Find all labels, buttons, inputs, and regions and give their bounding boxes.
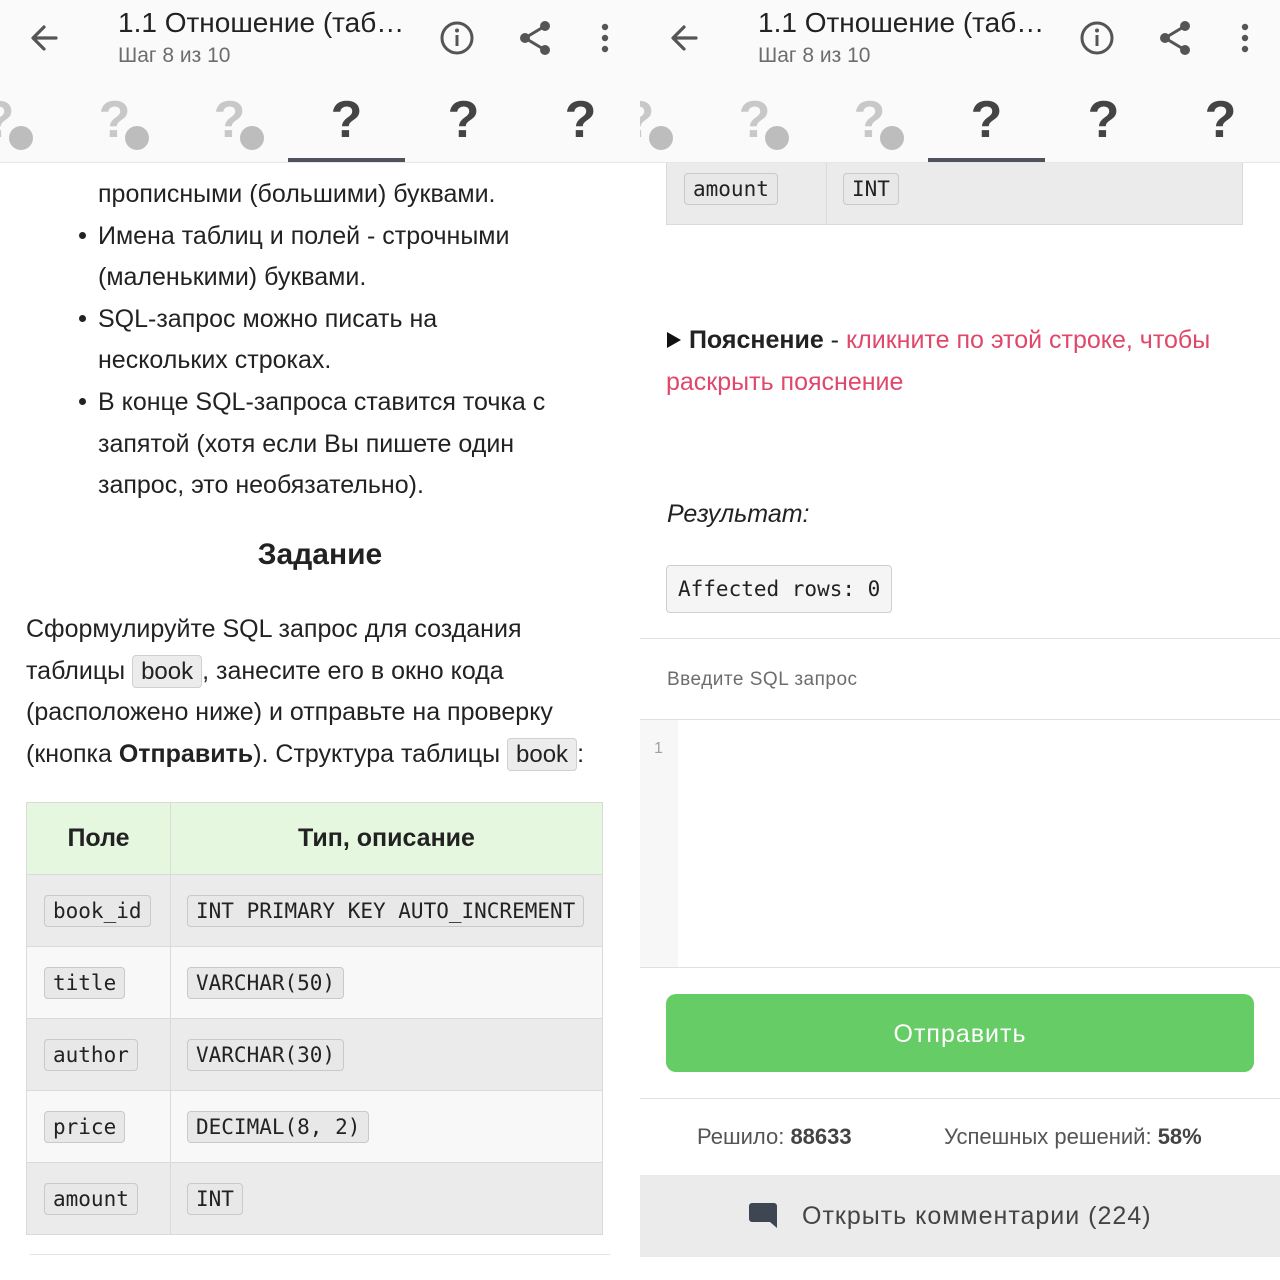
check-icon xyxy=(9,126,33,150)
more-vert-icon xyxy=(601,23,609,53)
header-field: Поле xyxy=(26,802,171,875)
divider xyxy=(30,1254,610,1255)
back-button[interactable] xyxy=(662,16,710,60)
list-item: прописными (большими) буквами. xyxy=(98,180,496,208)
result-output: Affected rows: 0 xyxy=(666,565,893,613)
arrow-left-icon xyxy=(31,25,58,51)
check-icon xyxy=(880,126,904,150)
step-counter: Шаг 8 из 10 xyxy=(118,44,231,67)
solved-stat: Решило: 88633 xyxy=(697,1124,852,1149)
table-row: title VARCHAR(50) xyxy=(26,946,603,1019)
lesson-title: 1.1 Отношение (таб… xyxy=(118,7,405,38)
list-item: (маленькими) буквами. xyxy=(98,263,367,292)
arrow-left-icon xyxy=(671,25,698,51)
more-button[interactable] xyxy=(1223,16,1267,60)
table-row: amount INT xyxy=(26,1162,603,1235)
rules-list: прописными (большими) буквами. Имена таб… xyxy=(0,174,640,507)
info-button[interactable] xyxy=(435,16,479,60)
step-7[interactable]: ? xyxy=(811,84,928,162)
step-8-current[interactable]: ? xyxy=(288,84,405,162)
code-book: book xyxy=(507,737,578,771)
editor-label: Введите SQL запрос xyxy=(667,669,858,690)
app-bar: 1.1 Отношение (таб… Шаг 8 из 10 xyxy=(640,0,1280,85)
triangle-right-icon xyxy=(667,332,681,348)
submit-button[interactable]: Отправить xyxy=(666,994,1254,1072)
step-6[interactable]: ? xyxy=(56,84,173,162)
editor-gutter: 1 xyxy=(640,720,678,967)
step-8-current[interactable]: ? xyxy=(928,84,1045,162)
share-icon xyxy=(520,21,550,55)
list-item: нескольких строках. xyxy=(98,346,332,375)
check-icon xyxy=(765,126,789,150)
step-7[interactable]: ? xyxy=(171,84,288,162)
step-5[interactable]: ? xyxy=(0,84,57,162)
line-number: 1 xyxy=(654,740,663,757)
code-book: book xyxy=(132,654,203,688)
back-button[interactable] xyxy=(22,16,70,60)
explanation-toggle[interactable]: Пояснение - кликните по этой строке, что… xyxy=(666,320,1256,403)
table-row: amount INT xyxy=(666,152,1243,225)
table-header-row: Поле Тип, описание xyxy=(26,802,603,875)
step-6[interactable]: ? xyxy=(696,84,813,162)
comment-icon xyxy=(749,1203,777,1228)
table-row: book_id INT PRIMARY KEY AUTO_INCREMENT xyxy=(26,874,603,947)
header-type: Тип, описание xyxy=(170,802,603,875)
more-vert-icon xyxy=(1241,23,1249,53)
info-icon xyxy=(440,21,474,55)
right-pane: 1.1 Отношение (таб… Шаг 8 из 10 ? ? ? ? xyxy=(640,0,1280,1280)
task-heading: Задание xyxy=(257,538,383,571)
step-counter: Шаг 8 из 10 xyxy=(758,44,871,67)
sql-editor[interactable]: 1 xyxy=(640,719,1280,968)
divider xyxy=(640,1098,1280,1099)
check-icon xyxy=(649,126,673,150)
check-icon xyxy=(125,126,149,150)
left-pane: 1.1 Отношение (таб… Шаг 8 из 10 ? ? ? ? xyxy=(0,0,640,1280)
table-row: author VARCHAR(30) xyxy=(26,1018,603,1091)
list-item: запрос, это необязательно). xyxy=(98,471,424,500)
list-item: SQL-запрос можно писать на xyxy=(0,299,640,341)
lesson-title: 1.1 Отношение (таб… xyxy=(758,7,1045,38)
share-button[interactable] xyxy=(1154,16,1198,60)
list-item: запятой (хотя если Вы пишете один xyxy=(98,429,515,458)
table-row: price DECIMAL(8, 2) xyxy=(26,1090,603,1163)
task-paragraph: Сформулируйте SQL запрос для создания та… xyxy=(26,609,626,775)
list-item: В конце SQL-запроса ставится точка с xyxy=(0,382,640,424)
check-icon xyxy=(240,126,264,150)
step-9[interactable]: ? xyxy=(405,84,522,162)
step-navigation: ? ? ? ? ? ? xyxy=(640,84,1280,163)
step-navigation: ? ? ? ? ? ? xyxy=(0,84,640,163)
share-icon xyxy=(1160,21,1190,55)
more-button[interactable] xyxy=(583,16,627,60)
result-label: Результат: xyxy=(667,500,810,528)
step-9[interactable]: ? xyxy=(1045,84,1162,162)
share-button[interactable] xyxy=(514,16,558,60)
step-10[interactable]: ? xyxy=(522,84,639,162)
success-stat: Успешных решений: 58% xyxy=(944,1124,1202,1149)
list-item: Имена таблиц и полей - строчными xyxy=(0,216,640,258)
step-5[interactable]: ? xyxy=(640,84,697,162)
info-icon xyxy=(1080,21,1114,55)
info-button[interactable] xyxy=(1075,16,1119,60)
app-bar: 1.1 Отношение (таб… Шаг 8 из 10 xyxy=(0,0,640,85)
step-10[interactable]: ? xyxy=(1162,84,1279,162)
structure-table: Поле Тип, описание book_id INT PRIMARY K… xyxy=(26,802,603,1235)
divider xyxy=(640,638,1280,639)
open-comments-button[interactable]: Открыть комментарии (224) xyxy=(640,1175,1280,1257)
